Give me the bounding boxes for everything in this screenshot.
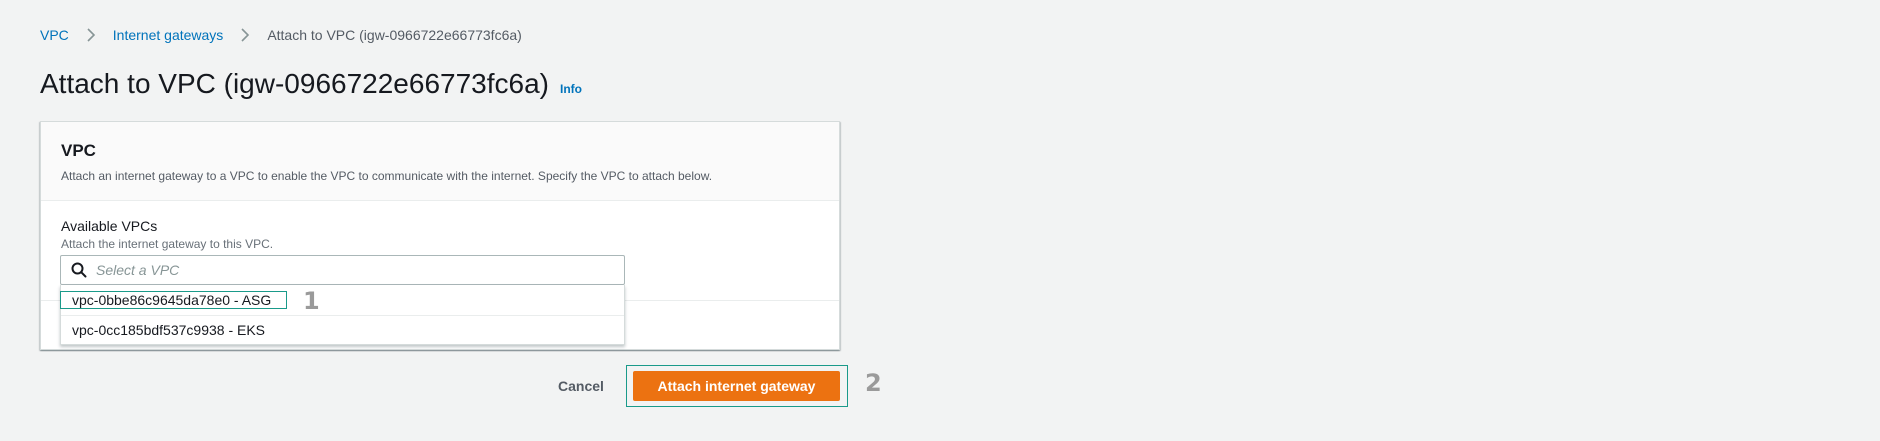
attach-internet-gateway-button[interactable]: Attach internet gateway: [633, 371, 840, 401]
breadcrumb: VPC Internet gateways Attach to VPC (igw…: [40, 25, 522, 45]
chevron-right-icon: [79, 25, 103, 45]
breadcrumb-link-internet-gateways[interactable]: Internet gateways: [113, 27, 224, 43]
vpc-option[interactable]: vpc-0bbe86c9645da78e0 - ASG: [61, 285, 624, 314]
field-description: Attach the internet gateway to this VPC.: [61, 237, 274, 251]
panel-header: VPC Attach an internet gateway to a VPC …: [41, 122, 839, 201]
page-header: Attach to VPC (igw-0966722e66773fc6a) In…: [40, 64, 582, 104]
step-marker-1: 1: [303, 287, 320, 315]
vpc-option[interactable]: vpc-0cc185bdf537c9938 - EKS: [61, 315, 624, 344]
info-link[interactable]: Info: [560, 82, 582, 96]
cancel-button[interactable]: Cancel: [548, 375, 614, 397]
breadcrumb-current: Attach to VPC (igw-0966722e66773fc6a): [267, 27, 522, 43]
step-marker-2: 2: [865, 369, 882, 397]
vpc-dropdown-list: vpc-0bbe86c9645da78e0 - ASG vpc-0cc185bd…: [60, 285, 625, 345]
panel-body: Available VPCs Attach the internet gatew…: [41, 201, 839, 252]
vpc-option-label: vpc-0bbe86c9645da78e0 - ASG: [72, 291, 272, 308]
chevron-right-icon: [233, 25, 257, 45]
vpc-search-input[interactable]: [96, 262, 596, 278]
panel-title: VPC: [61, 141, 96, 160]
panel-description: Attach an internet gateway to a VPC to e…: [61, 169, 713, 183]
page-title: Attach to VPC (igw-0966722e66773fc6a): [40, 68, 549, 99]
vpc-select[interactable]: [60, 255, 625, 285]
field-label-available-vpcs: Available VPCs: [61, 218, 158, 234]
search-icon: [71, 262, 87, 278]
vpc-option-label: vpc-0cc185bdf537c9938 - EKS: [72, 322, 266, 338]
breadcrumb-link-vpc[interactable]: VPC: [40, 27, 69, 43]
